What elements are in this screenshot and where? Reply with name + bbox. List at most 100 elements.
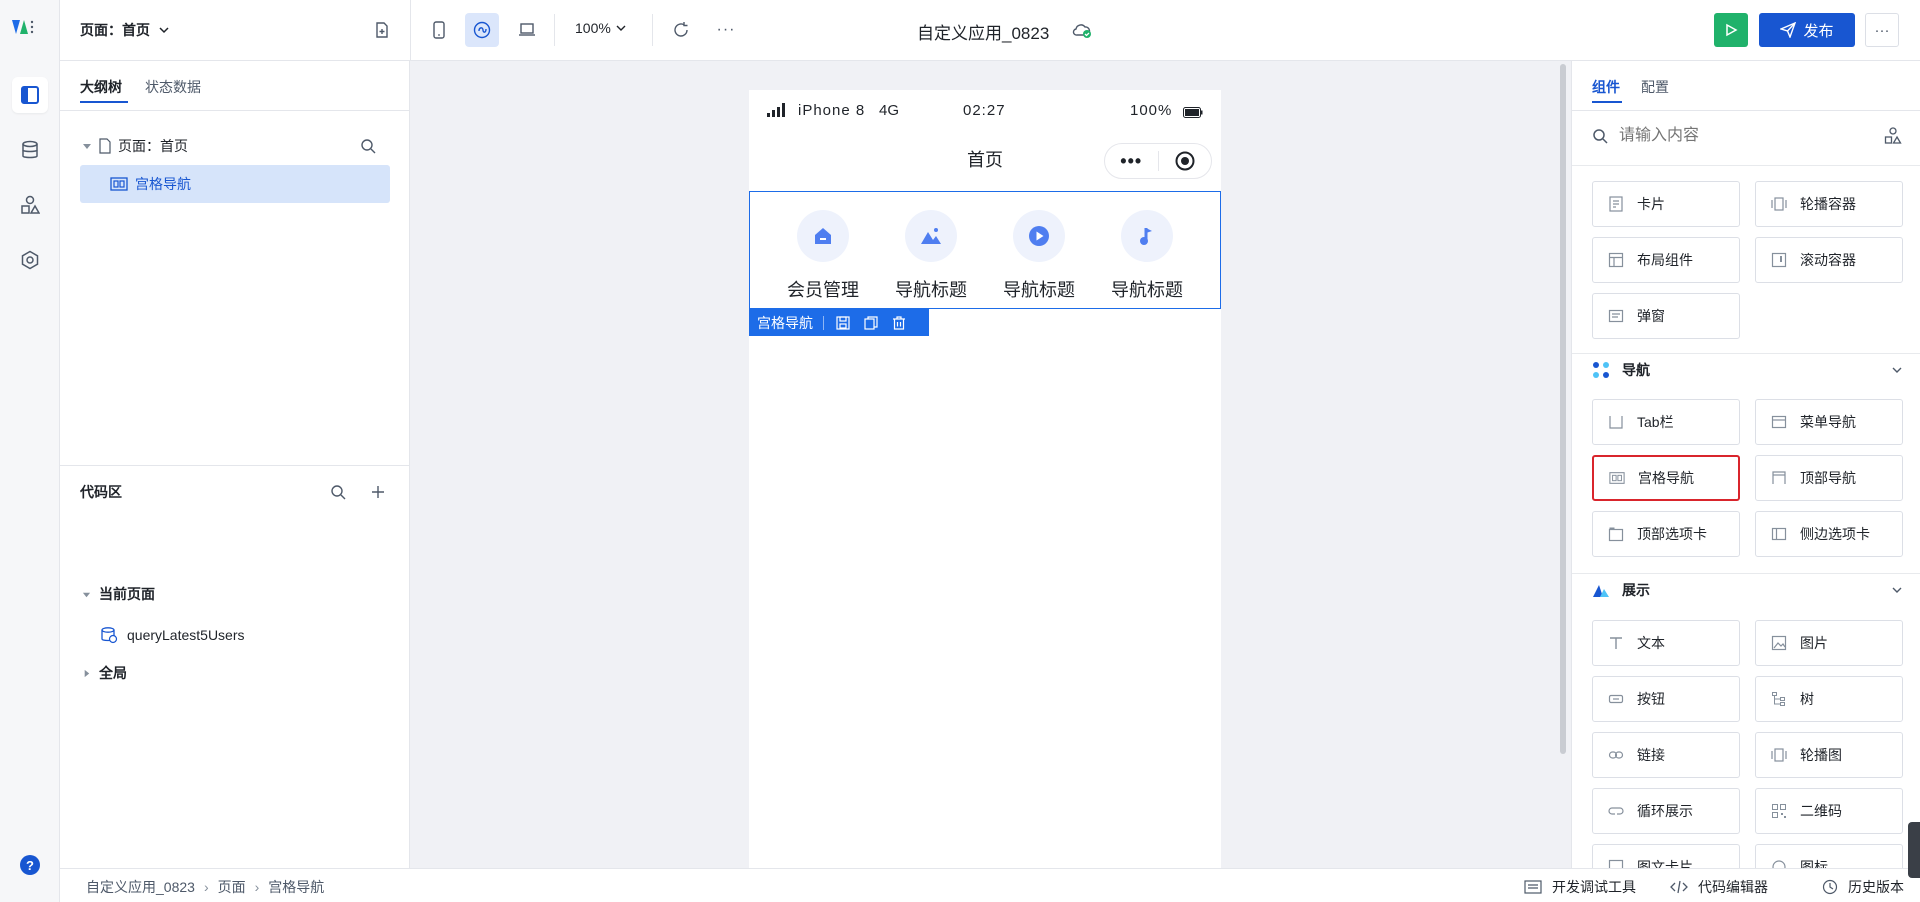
component-scroll-container[interactable]: 滚动容器 (1755, 237, 1903, 283)
copy-icon[interactable] (864, 315, 878, 330)
grid-nav-item[interactable]: 导航标题 (881, 210, 981, 302)
component-scroll-container-label: 滚动容器 (1800, 252, 1856, 268)
plus-icon (372, 486, 384, 498)
component-modal[interactable]: 弹窗 (1592, 293, 1740, 339)
component-card[interactable]: 卡片 (1592, 181, 1740, 227)
add-page-button[interactable] (370, 18, 394, 42)
miniapp-view-button[interactable] (465, 13, 499, 47)
history-button[interactable]: 历史版本 (1822, 877, 1904, 897)
publish-button[interactable]: 发布 (1759, 13, 1855, 47)
code-search-button[interactable] (326, 480, 350, 504)
section-navigation[interactable]: 导航 (1572, 348, 1920, 392)
home-icon (797, 210, 849, 262)
settings-button[interactable] (12, 242, 48, 278)
caret-right-icon (84, 669, 90, 677)
laptop-icon (519, 23, 535, 36)
component-side-tabs[interactable]: 侧边选项卡 (1755, 511, 1903, 557)
tree-node-grid-nav[interactable]: 宫格导航 (80, 165, 390, 203)
component-search-input[interactable] (1619, 123, 1859, 149)
page-icon (99, 138, 111, 154)
delete-icon[interactable] (892, 315, 906, 330)
component-image[interactable]: 图片 (1755, 620, 1903, 666)
component-category-button[interactable] (1882, 125, 1904, 147)
save-icon[interactable] (836, 315, 850, 330)
grid-nav-item[interactable]: 导航标题 (1097, 210, 1197, 302)
code-add-button[interactable] (366, 480, 390, 504)
page-selector[interactable]: 页面：首页 (80, 20, 170, 40)
code-group-global[interactable]: 全局 (82, 663, 127, 683)
component-button[interactable]: 按钮 (1592, 676, 1740, 722)
top-toolbar: 页面：首页 100% ··· 自定义应用_0823 发布 ··· (60, 0, 1920, 61)
component-grid-nav[interactable]: 宫格导航 (1592, 455, 1740, 501)
tree-node-grid-nav-label: 宫格导航 (135, 176, 191, 192)
component-icon-label: 图标 (1800, 859, 1828, 868)
section-display[interactable]: 展示 (1572, 568, 1920, 612)
component-icon[interactable]: 图标 (1755, 844, 1903, 868)
tree-search-button[interactable] (356, 134, 380, 158)
grid-nav-item-label: 导航标题 (1003, 280, 1075, 300)
code-editor-button[interactable]: 代码编辑器 (1670, 877, 1768, 897)
grid-nav-item[interactable]: 会员管理 (773, 210, 873, 302)
mobile-view-button[interactable] (422, 13, 456, 47)
grid-nav-item-label: 会员管理 (787, 280, 859, 300)
component-link[interactable]: 链接 (1592, 732, 1740, 778)
section-navigation-label: 导航 (1622, 362, 1650, 378)
code-group-current-page[interactable]: 当前页面 (82, 584, 155, 604)
component-menu-nav[interactable]: 菜单导航 (1755, 399, 1903, 445)
component-qrcode[interactable]: 二维码 (1755, 788, 1903, 834)
data-source-button[interactable] (12, 132, 48, 168)
image-text-card-icon (1607, 858, 1625, 868)
code-item-query[interactable]: queryLatest5Users (100, 626, 245, 644)
component-menu-nav-label: 菜单导航 (1800, 414, 1856, 430)
breadcrumb-component[interactable]: 宫格导航 (268, 877, 324, 897)
chevron-down-icon (1892, 587, 1902, 593)
tab-config[interactable]: 配置 (1641, 77, 1669, 97)
dev-tools-label: 开发调试工具 (1552, 879, 1636, 895)
refresh-icon (674, 22, 688, 37)
tab-components[interactable]: 组件 (1592, 77, 1620, 97)
divider (1572, 165, 1920, 166)
component-top-tabs[interactable]: 顶部选项卡 (1592, 511, 1740, 557)
component-layout[interactable]: 布局组件 (1592, 237, 1740, 283)
components-button[interactable] (12, 187, 48, 223)
canvas-scrollbar[interactable] (1560, 64, 1566, 754)
top-tabs-icon (1607, 525, 1625, 543)
tab-outline-tree[interactable]: 大纲树 (80, 77, 122, 97)
scroll-icon (1770, 251, 1788, 269)
component-loop-display[interactable]: 循环展示 (1592, 788, 1740, 834)
zoom-selector[interactable]: 100% (575, 20, 626, 36)
breadcrumb-app[interactable]: 自定义应用_0823 (86, 877, 195, 897)
chevron-down-icon (159, 27, 169, 34)
capsule-close-icon[interactable] (1159, 151, 1212, 171)
capsule-more-icon[interactable]: ••• (1105, 151, 1158, 172)
component-carousel[interactable]: 轮播图 (1755, 732, 1903, 778)
refresh-button[interactable] (669, 18, 693, 42)
app-logo[interactable] (10, 16, 36, 41)
grid-nav-item[interactable]: 导航标题 (989, 210, 1089, 302)
toolbar-divider (410, 0, 411, 60)
dev-tools-button[interactable]: 开发调试工具 (1524, 877, 1636, 897)
more-tools-button[interactable]: ··· (714, 18, 738, 42)
outline-panel-button[interactable] (12, 77, 48, 113)
component-text[interactable]: 文本 (1592, 620, 1740, 666)
component-top-nav[interactable]: 顶部导航 (1755, 455, 1903, 501)
help-icon[interactable]: ? (20, 855, 40, 875)
card-icon (1607, 195, 1625, 213)
component-carousel-container[interactable]: 轮播容器 (1755, 181, 1903, 227)
component-tree[interactable]: 树 (1755, 676, 1903, 722)
phone-canvas: iPhone 8 4G 02:27 100% 首页 ••• 会员管理 导航标题 … (749, 90, 1221, 868)
desktop-view-button[interactable] (510, 13, 544, 47)
section-display-label: 展示 (1622, 582, 1650, 598)
code-editor-label: 代码编辑器 (1698, 879, 1768, 895)
left-icon-rail: ? (0, 0, 60, 902)
miniapp-capsule[interactable]: ••• (1104, 143, 1212, 179)
tab-state-data[interactable]: 状态数据 (145, 77, 201, 97)
code-icon (1670, 880, 1688, 894)
more-options-button[interactable]: ··· (1865, 13, 1899, 47)
component-layout-label: 布局组件 (1637, 252, 1693, 268)
component-tab-bar[interactable]: Tab栏 (1592, 399, 1740, 445)
code-item-query-label: queryLatest5Users (127, 627, 245, 643)
component-image-text-card[interactable]: 图文卡片 (1592, 844, 1740, 868)
breadcrumb-page[interactable]: 页面 (218, 877, 246, 897)
run-button[interactable] (1714, 13, 1748, 47)
